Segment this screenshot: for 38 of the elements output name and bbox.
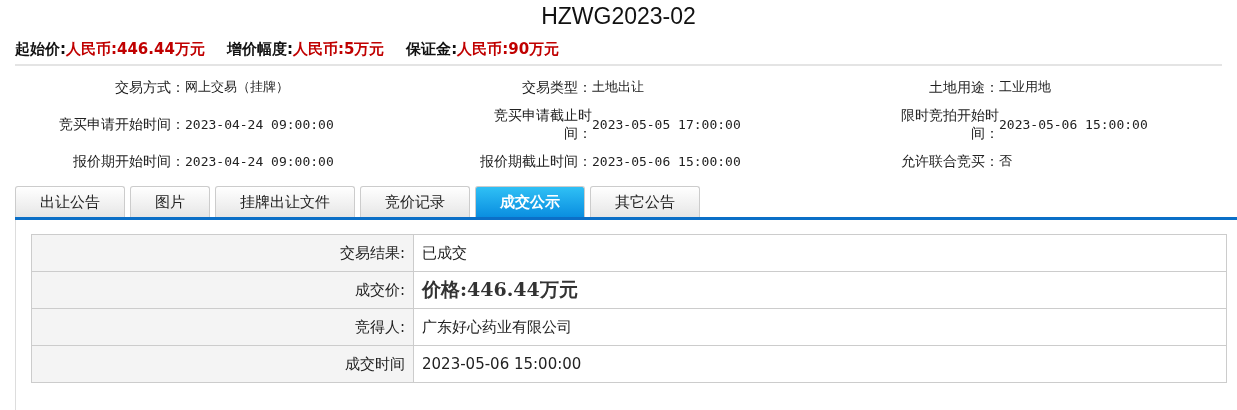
price-label: 保证金: <box>406 40 458 59</box>
row-label: 竞得人: <box>32 309 414 345</box>
field-label: 交易方式： <box>114 78 185 96</box>
field-value: 2023-04-24 09:00:00 <box>185 116 334 132</box>
field-label: 报价期截止时间： <box>479 152 592 170</box>
tab[interactable]: 挂牌出让文件 <box>215 186 355 217</box>
field-label: 土地用途： <box>928 78 999 96</box>
table-cell: 已成交 <box>422 243 467 263</box>
field-label: 报价期开始时间： <box>72 152 185 170</box>
field-value: 土地出让 <box>592 78 644 96</box>
tab[interactable]: 图片 <box>130 186 210 217</box>
price-value: 价格:446.44万元 <box>422 277 578 302</box>
field-label: 竞买申请截止时间： <box>493 106 592 142</box>
field-label: 竞买申请开始时间： <box>58 115 185 133</box>
tab[interactable]: 竞价记录 <box>360 186 470 217</box>
field-label: 交易类型： <box>521 78 592 96</box>
price-label: 增价幅度: <box>226 40 293 59</box>
page-title: HZWG2023-02 <box>540 2 697 31</box>
table-cell: 广东好心药业有限公司 <box>422 317 572 337</box>
field-value: 网上交易（挂牌） <box>185 78 289 96</box>
price-value: 人民币:90万元 <box>457 40 560 59</box>
tab[interactable]: 其它公告 <box>590 186 700 217</box>
tab[interactable]: 出让公告 <box>15 186 125 217</box>
field-value: 2023-05-06 15:00:00 <box>592 153 741 169</box>
field-value: 2023-04-24 09:00:00 <box>185 153 334 169</box>
price-value: 人民币:5万元 <box>292 40 385 59</box>
field-value: 2023-05-05 17:00:00 <box>592 116 741 132</box>
price-value: 人民币:446.44万元 <box>66 40 205 59</box>
field-label: 限时竞拍开始时间： <box>900 106 999 142</box>
table-cell: 2023-05-06 15:00:00 <box>422 355 582 373</box>
row-label: 成交价: <box>32 272 414 308</box>
field-label: 允许联合竞买： <box>900 152 999 170</box>
field-value: 工业用地 <box>999 78 1051 96</box>
row-label: 交易结果: <box>32 235 414 271</box>
field-value: 2023-05-06 15:00:00 <box>999 116 1148 132</box>
field-value: 否 <box>999 152 1012 170</box>
price-label: 起始价: <box>15 40 66 59</box>
row-label: 成交时间 <box>32 346 414 382</box>
